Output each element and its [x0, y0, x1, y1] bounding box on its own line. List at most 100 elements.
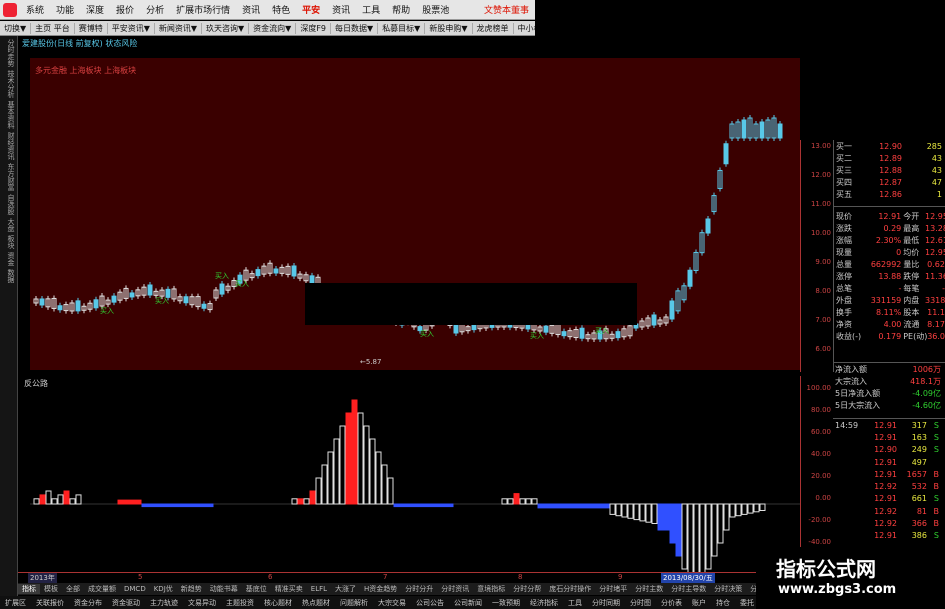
- indicator-tick: -40.00: [808, 538, 831, 546]
- side-nav-item[interactable]: 基本资料: [2, 101, 16, 129]
- toolbar-item[interactable]: 中小板▼: [514, 23, 536, 34]
- indicator-bar: [363, 425, 370, 505]
- status-tab[interactable]: 经济指标: [525, 598, 563, 608]
- indicator-tab[interactable]: 分时主导数: [667, 584, 710, 594]
- status-tab[interactable]: 热点题材: [297, 598, 335, 608]
- indicator-tab[interactable]: 动能书幕: [206, 584, 242, 594]
- indicator-tab[interactable]: 基底位: [242, 584, 271, 594]
- indicator-tab[interactable]: 分时分帮: [509, 584, 545, 594]
- side-nav-item[interactable]: 自选股: [2, 194, 16, 215]
- indicator-bar: [321, 464, 328, 505]
- indicator-panel[interactable]: [30, 376, 800, 596]
- status-tab[interactable]: 分时图: [625, 598, 656, 608]
- menu-item[interactable]: 系统: [20, 3, 50, 16]
- menu-item[interactable]: 股票池: [416, 3, 455, 16]
- status-tab[interactable]: 核心题材: [259, 598, 297, 608]
- trade-volume: 317: [911, 420, 927, 430]
- indicator-bar: [555, 503, 562, 509]
- toolbar-item[interactable]: 每日数据▼: [331, 22, 379, 34]
- status-tab[interactable]: 资金驱动: [107, 598, 145, 608]
- indicator-tab[interactable]: 精准买卖: [271, 584, 307, 594]
- menu-item[interactable]: 特色: [266, 3, 296, 16]
- status-tab[interactable]: 工具: [563, 598, 587, 608]
- status-tab[interactable]: 公司公告: [411, 598, 449, 608]
- side-nav-item[interactable]: 分时走势: [2, 39, 16, 67]
- status-tab[interactable]: 持仓: [711, 598, 735, 608]
- status-tab[interactable]: 公司新闻: [449, 598, 487, 608]
- status-tab[interactable]: 问题解析: [335, 598, 373, 608]
- indicator-tab[interactable]: 意境指标: [473, 584, 509, 594]
- status-tab[interactable]: 账户: [687, 598, 711, 608]
- buy-signal-label: 买入: [215, 272, 229, 280]
- status-tab[interactable]: 主力轨迹: [145, 598, 183, 608]
- indicator-bar: [429, 503, 436, 508]
- side-nav-item[interactable]: 技术分析: [2, 70, 16, 98]
- menu-item[interactable]: 资讯: [326, 3, 356, 16]
- toolbar-item[interactable]: 切换▼: [0, 22, 32, 34]
- status-tab[interactable]: 分时同期: [587, 598, 625, 608]
- side-nav-item[interactable]: 大盘: [2, 218, 16, 232]
- indicator-bar: [507, 498, 514, 505]
- toolbar-item[interactable]: 主页 平台: [31, 22, 75, 34]
- menu-item[interactable]: 工具: [356, 3, 386, 16]
- indicator-tab[interactable]: 模板: [40, 584, 62, 594]
- indicator-tab[interactable]: 分时主数: [631, 584, 667, 594]
- toolbar-item[interactable]: 新闻资讯▼: [155, 22, 203, 34]
- menu-item[interactable]: 功能: [50, 3, 80, 16]
- indicator-tab[interactable]: 庞石分时操作: [545, 584, 595, 594]
- toolbar-item[interactable]: 资金流向▼: [249, 22, 297, 34]
- indicator-bar: [603, 503, 610, 509]
- toolbar-item[interactable]: 龙虎榜单: [473, 22, 514, 34]
- menu-item[interactable]: 资讯: [236, 3, 266, 16]
- indicator-bar: [381, 464, 388, 505]
- stat-value: -: [898, 283, 902, 293]
- toolbar-item[interactable]: 深度F9: [296, 22, 332, 34]
- toolbar-item[interactable]: 平安资讯▼: [108, 22, 155, 34]
- indicator-tab[interactable]: 成交量额: [84, 584, 120, 594]
- stat-label: 外盘: [836, 295, 852, 305]
- toolbar-item[interactable]: 赛博特: [75, 22, 108, 34]
- indicator-tab[interactable]: 分时资讯: [437, 584, 473, 594]
- status-tab[interactable]: 分价表: [656, 598, 687, 608]
- side-nav-item[interactable]: 资金: [2, 252, 16, 266]
- menu-item[interactable]: 扩展市场行情: [170, 3, 236, 16]
- indicator-tab[interactable]: 分时堵平: [595, 584, 631, 594]
- stat-label: PE(动): [903, 331, 928, 341]
- indicator-tab[interactable]: 指标: [18, 584, 40, 594]
- toolbar-item[interactable]: 私募目标▼: [378, 22, 426, 34]
- status-tab[interactable]: 扩展区: [0, 598, 31, 608]
- side-nav-item[interactable]: 财经资讯: [2, 132, 16, 160]
- status-tab[interactable]: 主题投资: [221, 598, 259, 608]
- indicator-tab[interactable]: 分时分升: [401, 584, 437, 594]
- menu-item[interactable]: 深度: [80, 3, 110, 16]
- side-nav-item[interactable]: 东方财富: [2, 163, 16, 191]
- price-tick: 7.00: [815, 316, 831, 324]
- indicator-bar: [543, 503, 550, 509]
- indicator-tab[interactable]: 新趋势: [177, 584, 206, 594]
- side-nav-item[interactable]: 板块: [2, 235, 16, 249]
- toolbar-item[interactable]: 新股申购▼: [425, 22, 473, 34]
- toolbar-item[interactable]: 玖天咨询▼: [202, 22, 250, 34]
- indicator-tick: -20.00: [808, 516, 831, 524]
- status-tab[interactable]: 一致预期: [487, 598, 525, 608]
- menu-item[interactable]: 平安: [296, 3, 326, 16]
- menu-item[interactable]: 帮助: [386, 3, 416, 16]
- indicator-tab[interactable]: DMCD: [120, 585, 150, 593]
- status-tab[interactable]: 关联报价: [31, 598, 69, 608]
- indicator-tab[interactable]: KDJ优: [150, 584, 177, 594]
- status-tab[interactable]: 大宗交易: [373, 598, 411, 608]
- status-tab[interactable]: 文易异动: [183, 598, 221, 608]
- indicator-tab[interactable]: 全部: [62, 584, 84, 594]
- trade-row: 12.92 81 B: [833, 505, 945, 517]
- stat-label: 涨幅: [836, 235, 852, 245]
- candle-body: [129, 292, 135, 298]
- status-tab[interactable]: 资金分布: [69, 598, 107, 608]
- indicator-tab[interactable]: 大涨了: [331, 584, 360, 594]
- menu-item[interactable]: 报价: [110, 3, 140, 16]
- indicator-tab[interactable]: 分时决策: [710, 584, 746, 594]
- indicator-bar: [195, 503, 202, 508]
- side-nav-item[interactable]: 数据: [2, 269, 16, 283]
- indicator-tab[interactable]: ELFL: [307, 585, 331, 593]
- menu-item[interactable]: 分析: [140, 3, 170, 16]
- indicator-tab[interactable]: H资金趋势: [360, 584, 401, 594]
